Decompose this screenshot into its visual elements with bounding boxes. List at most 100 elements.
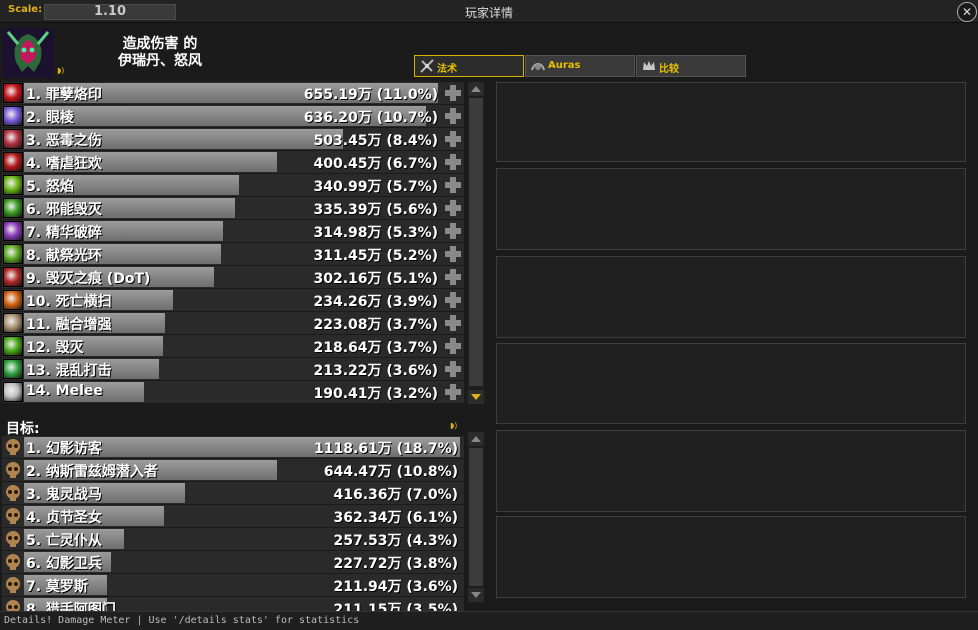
spell-row[interactable]: 13. 混乱打击 213.22万 (3.6%) bbox=[2, 358, 464, 380]
spell-name: 4. 嗜虐狂欢 bbox=[26, 156, 102, 172]
status-bar: Details! Damage Meter | Use '/details st… bbox=[0, 611, 978, 630]
spell-row[interactable]: 11. 融合增强 223.08万 (3.7%) bbox=[2, 312, 464, 334]
target-row[interactable]: 3. 鬼灵战马 416.36万 (7.0%) bbox=[2, 482, 464, 504]
spell-row[interactable]: 1. 罪孽烙印 655.19万 (11.0%) bbox=[2, 82, 464, 104]
spell-icon bbox=[3, 382, 23, 402]
spell-name: 14. Melee bbox=[26, 383, 103, 399]
report-player-name: 伊瑞丹、怒风 bbox=[118, 53, 202, 69]
skull-icon bbox=[3, 483, 23, 503]
spell-row[interactable]: 2. 眼棱 636.20万 (10.7%) bbox=[2, 105, 464, 127]
scroll-up-button[interactable] bbox=[468, 432, 484, 446]
damage-amount: 223.08万 (3.7%) bbox=[313, 317, 438, 333]
tab-label: 比较 bbox=[659, 64, 679, 75]
damage-amount: 655.19万 (11.0%) bbox=[303, 87, 438, 103]
scroll-up-button[interactable] bbox=[468, 82, 484, 96]
expand-icon[interactable] bbox=[444, 222, 462, 240]
spell-scrollbar[interactable] bbox=[468, 82, 484, 404]
expand-icon[interactable] bbox=[444, 268, 462, 286]
auras-icon bbox=[531, 63, 545, 71]
expand-icon[interactable] bbox=[444, 383, 462, 401]
target-row[interactable]: 5. 亡灵仆从 257.53万 (4.3%) bbox=[2, 528, 464, 550]
spell-name: 6. 邪能毁灭 bbox=[26, 202, 102, 218]
target-name: 2. 纳斯雷兹姆潜入者 bbox=[26, 464, 158, 480]
spell-detail-panel bbox=[496, 430, 966, 512]
spell-name: 8. 献祭光环 bbox=[26, 248, 102, 264]
expand-icon[interactable] bbox=[444, 130, 462, 148]
spell-detail-panel bbox=[496, 82, 966, 162]
scroll-down-button[interactable] bbox=[468, 390, 484, 404]
spell-name: 12. 毁灭 bbox=[26, 340, 84, 356]
spell-row[interactable]: 14. Melee 190.41万 (3.2%) bbox=[2, 381, 464, 403]
spell-row[interactable]: 5. 怒焰 340.99万 (5.7%) bbox=[2, 174, 464, 196]
expand-icon[interactable] bbox=[444, 153, 462, 171]
speaker-icon[interactable]: ◗) bbox=[450, 421, 457, 430]
title-bar[interactable]: Scale: 1.10 玩家详情 ✕ bbox=[0, 0, 978, 23]
damage-amount: 400.45万 (6.7%) bbox=[313, 156, 438, 172]
speaker-icon[interactable]: ◗) bbox=[57, 66, 64, 75]
spell-name: 9. 毁灭之痕 (DoT) bbox=[26, 271, 151, 287]
expand-icon[interactable] bbox=[444, 314, 462, 332]
damage-amount: 190.41万 (3.2%) bbox=[313, 386, 438, 402]
spell-row[interactable]: 4. 嗜虐狂欢 400.45万 (6.7%) bbox=[2, 151, 464, 173]
close-button[interactable]: ✕ bbox=[957, 2, 977, 22]
spell-icon bbox=[3, 267, 23, 287]
tab-compare[interactable]: 比较 bbox=[636, 55, 746, 77]
damage-amount: 362.34万 (6.1%) bbox=[333, 510, 458, 526]
damage-amount: 257.53万 (4.3%) bbox=[333, 533, 458, 549]
tab-label: 法术 bbox=[437, 64, 457, 75]
spell-row[interactable]: 6. 邪能毁灭 335.39万 (5.6%) bbox=[2, 197, 464, 219]
spell-row[interactable]: 10. 死亡横扫 234.26万 (3.9%) bbox=[2, 289, 464, 311]
spell-row[interactable]: 8. 献祭光环 311.45万 (5.2%) bbox=[2, 243, 464, 265]
skull-icon bbox=[3, 529, 23, 549]
skull-icon bbox=[3, 506, 23, 526]
expand-icon[interactable] bbox=[444, 360, 462, 378]
spell-detail-panel bbox=[496, 256, 966, 338]
damage-amount: 503.45万 (8.4%) bbox=[313, 133, 438, 149]
report-title: 造成伤害 的 伊瑞丹、怒风 bbox=[60, 36, 260, 70]
skull-icon bbox=[3, 575, 23, 595]
damage-amount: 234.26万 (3.9%) bbox=[313, 294, 438, 310]
scroll-thumb[interactable] bbox=[469, 448, 483, 586]
spell-detail-panel bbox=[496, 516, 966, 598]
tab-auras[interactable]: Auras bbox=[525, 55, 635, 77]
expand-icon[interactable] bbox=[444, 107, 462, 125]
target-name: 6. 幻影卫兵 bbox=[26, 556, 102, 572]
skull-icon bbox=[3, 552, 23, 572]
target-name: 5. 亡灵仆从 bbox=[26, 533, 102, 549]
spell-icon bbox=[3, 175, 23, 195]
damage-amount: 644.47万 (10.8%) bbox=[323, 464, 458, 480]
target-name: 7. 莫罗斯 bbox=[26, 579, 88, 595]
spell-row[interactable]: 7. 精华破碎 314.98万 (5.3%) bbox=[2, 220, 464, 242]
spell-icon bbox=[420, 59, 434, 73]
expand-icon[interactable] bbox=[444, 245, 462, 263]
expand-icon[interactable] bbox=[444, 291, 462, 309]
spell-detail-panel bbox=[496, 343, 966, 424]
player-details-window: Scale: 1.10 玩家详情 ✕ 造成伤害 的 伊瑞丹、怒风 ◗) 法术 A… bbox=[0, 0, 978, 630]
expand-icon[interactable] bbox=[444, 176, 462, 194]
spell-row[interactable]: 9. 毁灭之痕 (DoT) 302.16万 (5.1%) bbox=[2, 266, 464, 288]
target-row[interactable]: 2. 纳斯雷兹姆潜入者 644.47万 (10.8%) bbox=[2, 459, 464, 481]
expand-icon[interactable] bbox=[444, 337, 462, 355]
target-row[interactable]: 6. 幻影卫兵 227.72万 (3.8%) bbox=[2, 551, 464, 573]
tab-spells[interactable]: 法术 bbox=[414, 55, 524, 77]
spell-icon bbox=[3, 106, 23, 126]
target-row[interactable]: 7. 莫罗斯 211.94万 (3.6%) bbox=[2, 574, 464, 596]
target-row[interactable]: 1. 幻影访客 1118.61万 (18.7%) bbox=[2, 436, 464, 458]
damage-amount: 211.94万 (3.6%) bbox=[333, 579, 458, 595]
spell-row[interactable]: 3. 恶毒之伤 503.45万 (8.4%) bbox=[2, 128, 464, 150]
spell-name: 11. 融合增强 bbox=[26, 317, 112, 333]
expand-icon[interactable] bbox=[444, 84, 462, 102]
damage-amount: 636.20万 (10.7%) bbox=[303, 110, 438, 126]
spell-row[interactable]: 12. 毁灭 218.64万 (3.7%) bbox=[2, 335, 464, 357]
expand-icon[interactable] bbox=[444, 199, 462, 217]
target-scrollbar[interactable] bbox=[468, 432, 484, 602]
spell-icon bbox=[3, 359, 23, 379]
damage-amount: 314.98万 (5.3%) bbox=[313, 225, 438, 241]
scroll-thumb[interactable] bbox=[469, 98, 483, 386]
target-row[interactable]: 4. 贞节圣女 362.34万 (6.1%) bbox=[2, 505, 464, 527]
scroll-down-button[interactable] bbox=[468, 588, 484, 602]
damage-amount: 218.64万 (3.7%) bbox=[313, 340, 438, 356]
target-list: 1. 幻影访客 1118.61万 (18.7%) 2. 纳斯雷兹姆潜入者 644.47… bbox=[2, 436, 464, 620]
damage-amount: 227.72万 (3.8%) bbox=[333, 556, 458, 572]
spell-icon bbox=[3, 313, 23, 333]
